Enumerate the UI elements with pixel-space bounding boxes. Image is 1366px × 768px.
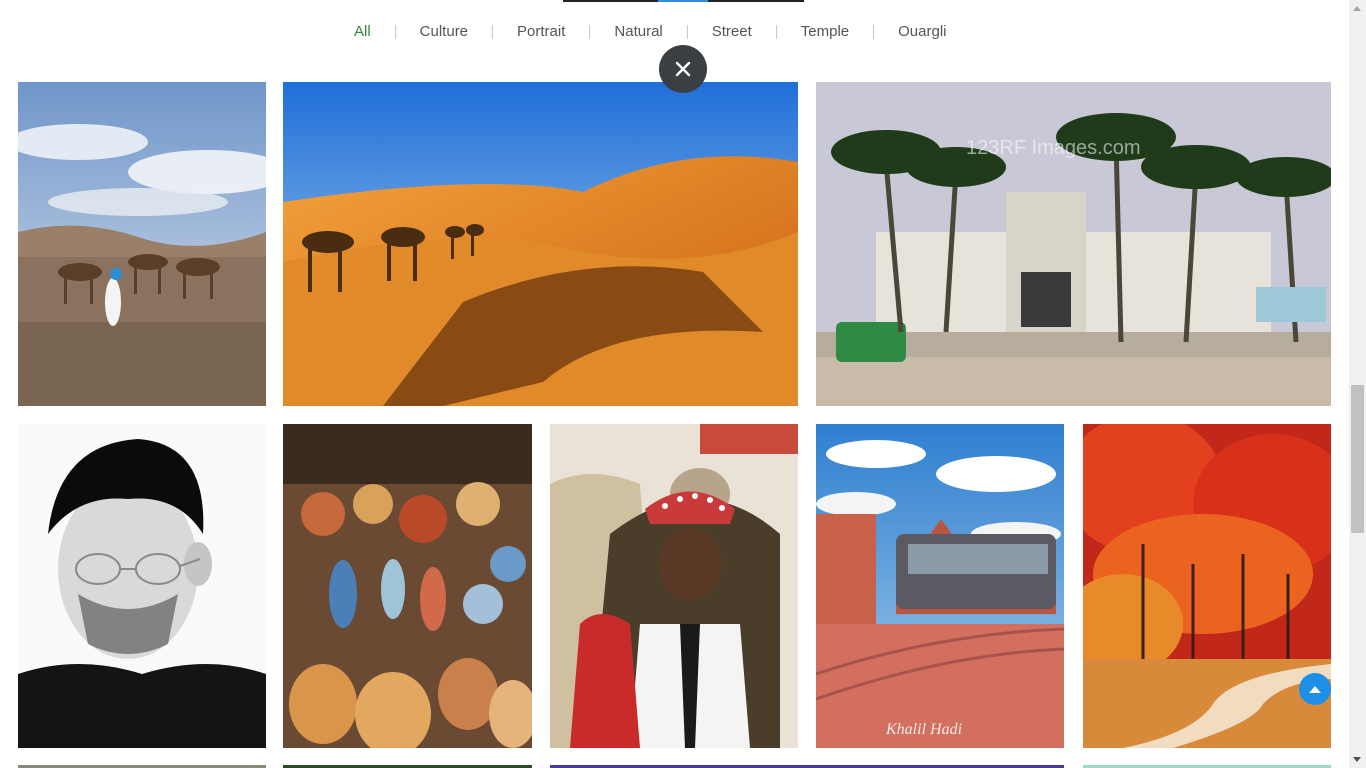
gallery-image-portrait-man-glasses[interactable] xyxy=(18,424,266,748)
gallery-image-desert-camels-herder[interactable] xyxy=(18,82,266,406)
close-button[interactable] xyxy=(659,45,707,93)
photo xyxy=(18,82,266,406)
gallery-image-woman-traditional-dress[interactable] xyxy=(550,424,798,748)
filter-ouargli[interactable]: Ouargli xyxy=(874,18,970,46)
photo xyxy=(550,424,798,748)
gallery-image-camel-caravan-dunes[interactable] xyxy=(283,82,798,406)
photo: Khalil Hadi xyxy=(816,424,1064,748)
gallery-image-autumn-forest-path[interactable] xyxy=(1083,424,1331,748)
scroll-down-arrow-icon[interactable] xyxy=(1353,757,1361,762)
gallery-image-street-tram[interactable]: Khalil Hadi xyxy=(816,424,1064,748)
arrow-up-icon xyxy=(1309,685,1321,693)
page-scrollbar[interactable] xyxy=(1349,0,1366,768)
back-to-top-button[interactable] xyxy=(1299,673,1331,705)
gallery-filter-bar: All Culture Portrait Natural Street Temp… xyxy=(330,18,971,46)
close-icon xyxy=(675,61,691,77)
photo xyxy=(283,82,798,406)
scroll-thumb[interactable] xyxy=(1351,385,1364,533)
filter-portrait[interactable]: Portrait xyxy=(493,18,589,46)
photo: 123RF Images.com xyxy=(816,82,1331,406)
photo xyxy=(18,424,266,748)
gallery-image-market-pottery[interactable] xyxy=(283,424,532,748)
scroll-up-arrow-icon[interactable] xyxy=(1353,6,1361,11)
signature-text: Khalil Hadi xyxy=(885,721,962,738)
photo xyxy=(1083,424,1331,748)
filter-culture[interactable]: Culture xyxy=(396,18,492,46)
watermark-text: 123RF Images.com xyxy=(966,137,1141,159)
filter-natural[interactable]: Natural xyxy=(590,18,686,46)
filter-active-indicator xyxy=(658,0,708,2)
filter-street[interactable]: Street xyxy=(688,18,776,46)
filter-all[interactable]: All xyxy=(330,18,395,46)
photo xyxy=(283,424,532,748)
filter-temple[interactable]: Temple xyxy=(777,18,873,46)
gallery-image-palm-building-ouargla[interactable]: 123RF Images.com xyxy=(816,82,1331,406)
